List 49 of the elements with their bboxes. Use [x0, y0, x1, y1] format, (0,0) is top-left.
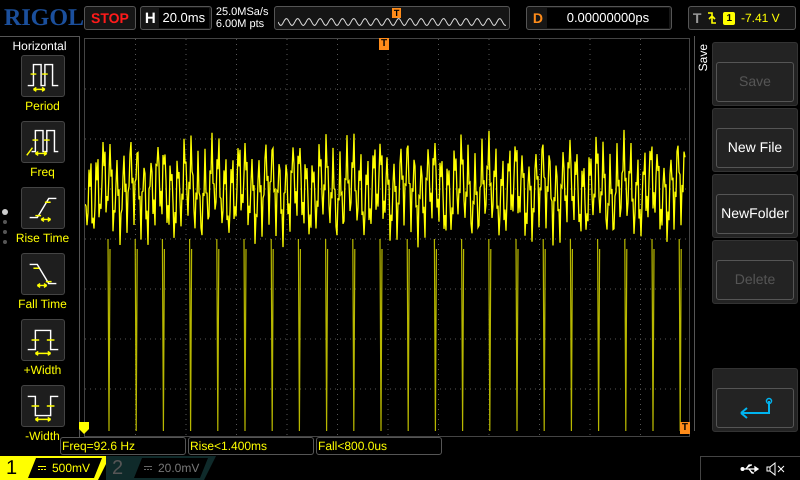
- timebase-value: 20.0ms: [158, 8, 209, 28]
- measure-label: +Width: [24, 362, 62, 379]
- measure-button[interactable]: [20, 385, 64, 427]
- channel-scale: 20.0mV: [158, 460, 200, 477]
- trigger-position-marker: T: [379, 38, 390, 50]
- measure-button[interactable]: [20, 121, 64, 163]
- channel-number: 1: [6, 458, 18, 478]
- button-label: NewFolder: [716, 194, 794, 234]
- measure-label: Fall Time: [18, 296, 67, 313]
- channel-scale: 500mV: [52, 460, 90, 477]
- measure-label: Rise Time: [16, 230, 70, 247]
- measurement-readout: Freq=92.6 Hz: [60, 437, 186, 455]
- measure-button[interactable]: [20, 253, 64, 295]
- measure-label: -Width: [25, 428, 60, 445]
- usb-icon: [740, 462, 760, 474]
- delay-value: 0.00000000ps: [547, 8, 669, 28]
- run-stop-button[interactable]: STOP: [84, 6, 136, 30]
- speaker-muted-icon: [766, 462, 786, 476]
- trigger-panel[interactable]: T 1 -7.41 V: [688, 6, 796, 30]
- menu-title: Horizontal: [12, 38, 67, 55]
- trigger-position-marker: T: [392, 8, 402, 18]
- menu-button[interactable]: New File: [712, 108, 798, 172]
- measurement-readout: Rise<1.400ms: [188, 437, 314, 455]
- channel-number: 2: [112, 458, 124, 478]
- measure-label: Period: [25, 98, 60, 115]
- channel-tab[interactable]: 2 20.0mV: [106, 456, 216, 480]
- button-label: New File: [716, 128, 794, 168]
- delay-label: D: [532, 11, 543, 25]
- trigger-level-marker: T: [680, 422, 690, 434]
- trigger-source: 1: [723, 12, 735, 24]
- delay-panel[interactable]: D 0.00000000ps: [526, 6, 672, 30]
- menu-button[interactable]: NewFolder: [712, 174, 798, 238]
- sample-rate: 25.0MSa/s: [216, 6, 270, 18]
- falling-edge-icon: [707, 11, 718, 25]
- dc-coupling-icon: [38, 466, 46, 470]
- timebase-panel[interactable]: H 20.0ms: [140, 6, 212, 30]
- menu-title: Save: [696, 44, 710, 72]
- dc-coupling-icon: [144, 466, 152, 470]
- trigger-label: T: [692, 11, 702, 25]
- memory-depth: 6.00M pts: [216, 18, 266, 30]
- measure-label: Freq: [30, 164, 55, 181]
- trigger-level: -7.41 V: [741, 12, 780, 24]
- timebase-label: H: [144, 10, 156, 26]
- measure-button[interactable]: [20, 187, 64, 229]
- back-button[interactable]: [712, 368, 798, 432]
- measure-button[interactable]: [20, 55, 64, 97]
- measure-button[interactable]: [20, 319, 64, 361]
- measurement-readout: Fall<800.0us: [316, 437, 442, 455]
- channel-ground-marker-icon: [79, 422, 89, 434]
